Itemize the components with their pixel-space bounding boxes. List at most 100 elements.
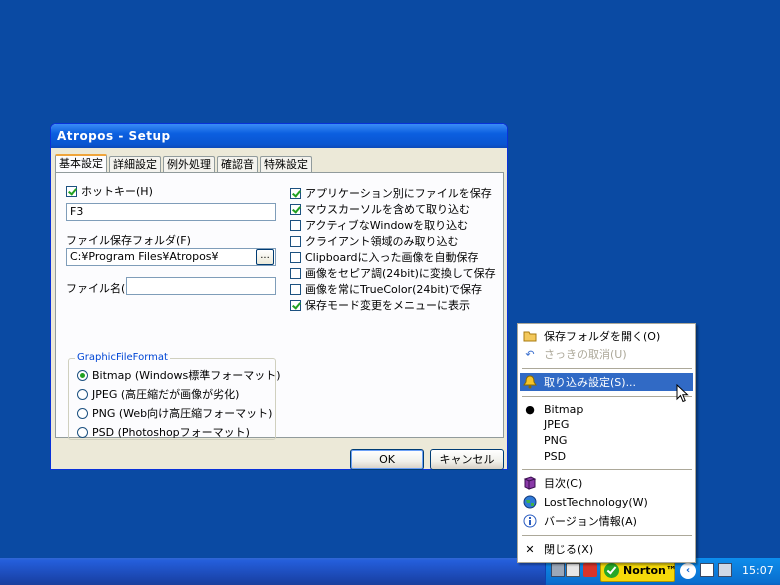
menu-undo-label: さっきの取消(U) [544,348,627,361]
menu-format-psd-label: PSD [544,449,567,463]
menu-losttechnology[interactable]: LostTechnology(W) [520,493,693,511]
close-icon: ✕ [525,542,535,556]
format-psd-label: PSD (Photoshopフォーマット) [92,426,250,439]
option-truecolor-label: 画像を常にTrueColor(24bit)で保存 [305,283,483,296]
undo-icon: ↶ [525,347,535,361]
tab-special[interactable]: 特殊設定 [260,156,312,173]
radio-bitmap[interactable] [77,369,88,381]
hotkey-input[interactable]: F3 [66,203,276,221]
radio-psd[interactable] [77,426,88,438]
globe-icon [522,494,538,510]
folder-icon [522,328,538,344]
option-truecolor-checkbox[interactable] [290,283,301,295]
menu-separator [522,396,692,397]
tab-sound[interactable]: 確認音 [217,156,258,173]
menu-undo[interactable]: ↶ さっきの取消(U) [520,345,693,363]
tray-context-menu: 保存フォルダを開く(O) ↶ さっきの取消(U) 取り込み設定(S)... ● … [517,323,696,563]
menu-capture-settings-label: 取り込み設定(S)... [544,376,637,389]
option-client-area[interactable]: クライアント領域のみ取り込む [290,233,459,249]
ok-button[interactable]: OK [350,449,424,470]
format-bitmap[interactable]: Bitmap (Windows標準フォーマット) [77,367,281,383]
menu-version-info-label: バージョン情報(A) [544,515,637,528]
menu-open-folder[interactable]: 保存フォルダを開く(O) [520,327,693,345]
menu-format-bitmap-label: Bitmap [544,402,584,416]
menu-separator [522,368,692,369]
option-menu-mode-label: 保存モード変更をメニューに表示 [305,299,470,312]
option-active-window-label: アクティブなWindowを取り込む [305,219,469,232]
option-sepia[interactable]: 画像をセピア調(24bit)に変換して保存 [290,265,496,281]
norton-tray[interactable]: Norton™ [600,560,677,582]
option-truecolor[interactable]: 画像を常にTrueColor(24bit)で保存 [290,281,482,297]
option-active-window-checkbox[interactable] [290,219,301,231]
option-clipboard-label: Clipboardに入った画像を自動保存 [305,251,479,264]
option-active-window[interactable]: アクティブなWindowを取り込む [290,217,468,233]
option-clipboard-checkbox[interactable] [290,251,301,263]
tab-exceptions[interactable]: 例外処理 [163,156,215,173]
info-icon [522,513,538,529]
filename-input[interactable] [126,277,276,295]
tab-strip: 基本設定 詳細設定 例外処理 確認音 特殊設定 [55,154,314,174]
folder-input[interactable]: C:¥Program Files¥Atropos¥ [66,248,276,266]
clock[interactable]: 15:07 [742,564,774,577]
option-per-app[interactable]: アプリケーション別にファイルを保存 [290,185,492,201]
mouse-cursor-icon [676,384,689,403]
format-psd[interactable]: PSD (Photoshopフォーマット) [77,424,250,440]
menu-version-info[interactable]: バージョン情報(A) [520,512,693,530]
menu-contents-label: 目次(C) [544,477,583,490]
cancel-button[interactable]: キャンセル [430,449,504,470]
menu-format-jpeg-label: JPEG [544,417,570,431]
option-client-area-label: クライアント領域のみ取り込む [305,235,459,248]
menu-losttechnology-label: LostTechnology(W) [544,495,648,509]
menu-capture-settings[interactable]: 取り込み設定(S)... [520,373,693,391]
atropos-tray-icon[interactable] [583,563,597,577]
window-title[interactable]: Atropos - Setup [51,124,507,148]
option-cursor-label: マウスカーソルを含めて取り込む [305,203,470,216]
tab-detail[interactable]: 詳細設定 [109,156,161,173]
norton-label: Norton™ [623,564,677,577]
browse-button[interactable]: ... [256,249,274,265]
menu-open-folder-label: 保存フォルダを開く(O) [544,330,661,343]
group-title: GraphicFileFormat [75,352,170,363]
option-client-area-checkbox[interactable] [290,235,301,247]
display-icon[interactable] [718,563,732,577]
menu-format-psd[interactable]: PSD [520,447,693,465]
format-png-label: PNG (Web向け高圧縮フォーマット) [92,407,273,420]
tab-basic[interactable]: 基本設定 [55,154,107,174]
option-clipboard[interactable]: Clipboardに入った画像を自動保存 [290,249,479,265]
hotkey-label: ホットキー(H) [81,185,153,198]
graphic-format-group: GraphicFileFormat Bitmap (Windows標準フォーマッ… [68,352,281,440]
radio-png[interactable] [77,407,88,419]
option-cursor[interactable]: マウスカーソルを含めて取り込む [290,201,470,217]
option-sepia-label: 画像をセピア調(24bit)に変換して保存 [305,267,496,280]
bell-icon [522,374,538,390]
hotkey-checkbox-row[interactable]: ホットキー(H) [66,183,153,199]
option-per-app-checkbox[interactable] [290,187,301,199]
format-png[interactable]: PNG (Web向け高圧縮フォーマット) [77,405,272,421]
option-menu-mode-checkbox[interactable] [290,299,301,311]
folder-label: ファイル保存フォルダ(F) [66,234,191,247]
hotkey-checkbox[interactable] [66,185,77,197]
format-jpeg[interactable]: JPEG (高圧縮だが画像が劣化) [77,386,239,402]
tab-panel: ホットキー(H) F3 ファイル保存フォルダ(F) C:¥Program Fil… [55,172,504,440]
tray-app-icon[interactable] [551,563,565,577]
setup-window: Atropos - Setup 基本設定 詳細設定 例外処理 確認音 特殊設定 … [50,123,508,470]
chevron-left-icon[interactable]: ‹ [680,563,696,579]
book-icon [522,475,538,491]
format-jpeg-label: JPEG (高圧縮だが画像が劣化) [92,388,240,401]
radio-jpeg[interactable] [77,388,88,400]
menu-contents[interactable]: 目次(C) [520,474,693,492]
format-bitmap-label: Bitmap (Windows標準フォーマット) [92,369,281,382]
option-per-app-label: アプリケーション別にファイルを保存 [305,187,492,200]
option-sepia-checkbox[interactable] [290,267,301,279]
empty-icon [522,416,538,432]
option-menu-mode[interactable]: 保存モード変更をメニューに表示 [290,297,470,313]
option-cursor-checkbox[interactable] [290,203,301,215]
keyboard-icon[interactable] [566,563,580,577]
menu-separator [522,535,692,536]
empty-icon [522,432,538,448]
menu-close[interactable]: ✕ 閉じる(X) [520,540,693,558]
menu-format-png-label: PNG [544,433,568,447]
network-icon[interactable] [700,563,714,577]
empty-icon [522,448,538,464]
menu-close-label: 閉じる(X) [544,543,594,556]
